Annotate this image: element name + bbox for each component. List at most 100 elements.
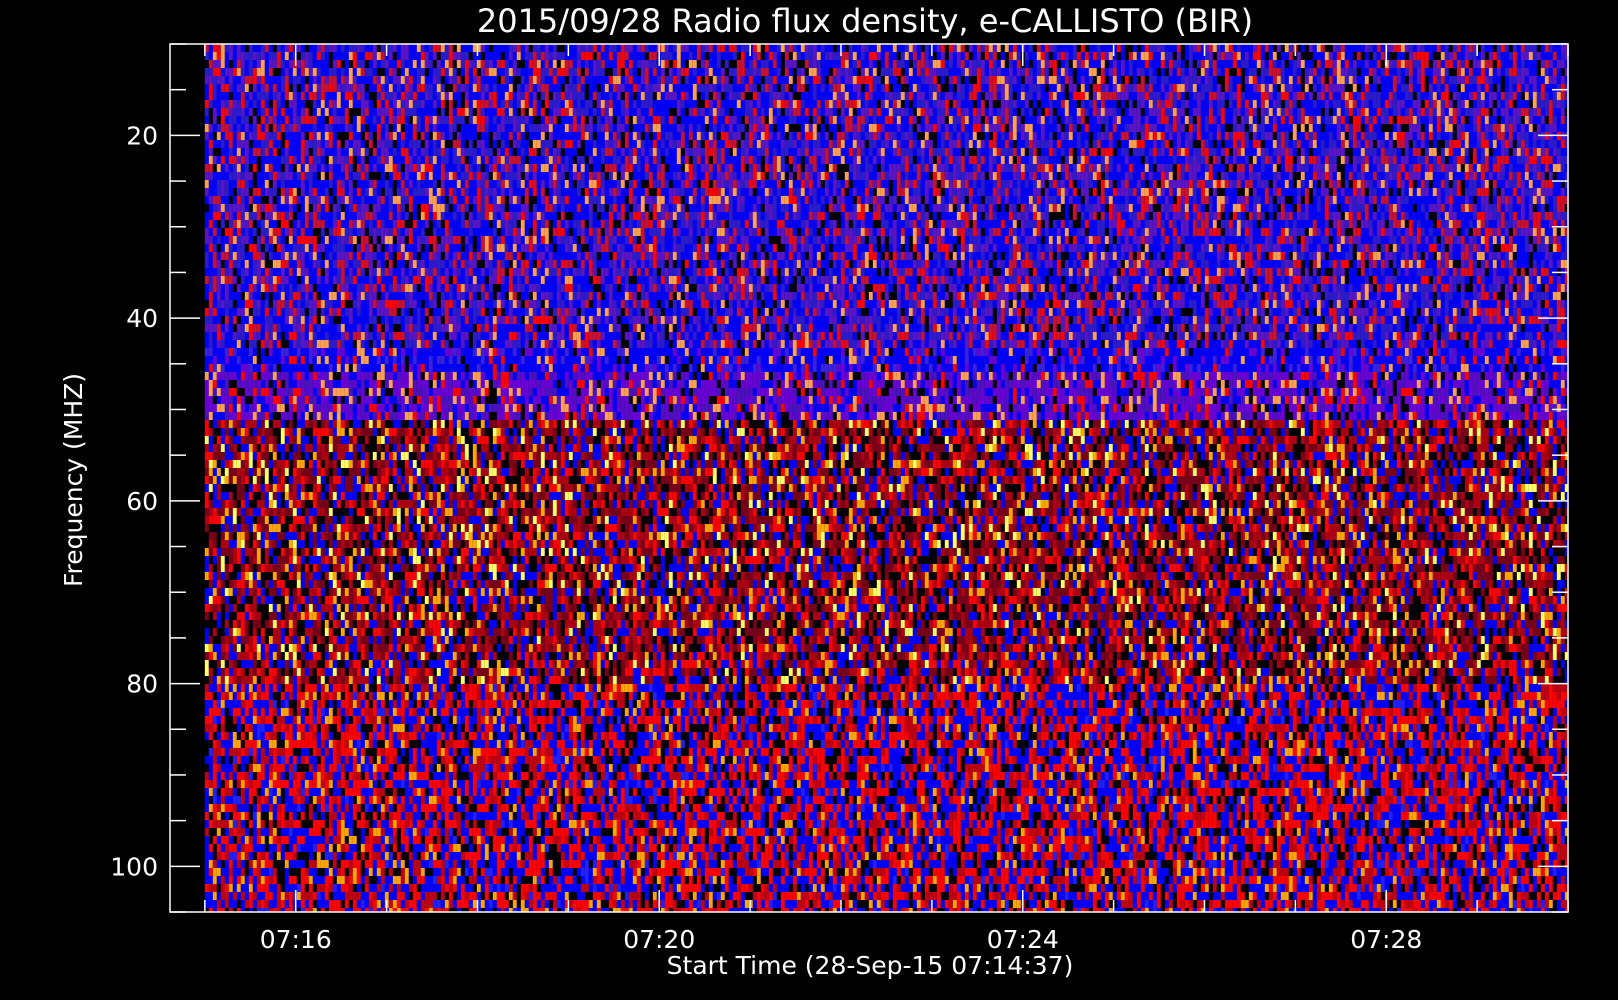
heatmap-cell xyxy=(769,52,773,60)
heatmap-cell xyxy=(1013,52,1017,60)
heatmap-cell xyxy=(701,52,705,60)
heatmap-cell xyxy=(449,44,453,52)
heatmap-cell xyxy=(1109,60,1113,68)
heatmap-cell xyxy=(1345,60,1349,68)
heatmap-cell xyxy=(309,60,313,68)
heatmap-cell xyxy=(953,44,957,52)
heatmap-cell xyxy=(1273,44,1277,52)
heatmap-cell xyxy=(413,60,417,68)
heatmap-cell xyxy=(989,52,993,60)
heatmap-cell xyxy=(1333,52,1337,60)
heatmap-cell xyxy=(1145,52,1149,60)
heatmap-cell xyxy=(1125,60,1129,68)
heatmap-cell xyxy=(285,68,289,76)
heatmap-cell xyxy=(913,52,917,60)
heatmap-cell xyxy=(1357,60,1361,68)
heatmap-cell xyxy=(233,44,237,52)
heatmap-cell xyxy=(1137,60,1141,68)
heatmap-cell xyxy=(605,44,609,52)
heatmap-cell xyxy=(409,60,413,68)
heatmap-cell xyxy=(793,52,797,60)
heatmap-cell xyxy=(993,60,997,68)
heatmap-cell xyxy=(1085,52,1089,60)
heatmap-cell xyxy=(1281,60,1285,68)
heatmap-cell xyxy=(1093,60,1097,68)
heatmap-cell xyxy=(1533,44,1537,52)
heatmap-cell xyxy=(645,44,649,52)
heatmap-cell xyxy=(985,44,989,52)
heatmap-cell xyxy=(305,44,309,52)
heatmap-cell xyxy=(1013,60,1017,68)
heatmap-cell xyxy=(857,44,861,52)
heatmap-cell xyxy=(925,52,929,60)
heatmap-cell xyxy=(885,52,889,60)
heatmap-cell xyxy=(825,44,829,52)
heatmap-cell xyxy=(1337,44,1341,52)
heatmap-cell xyxy=(573,52,577,60)
heatmap-cell xyxy=(1017,52,1021,60)
heatmap-cell xyxy=(441,44,445,52)
heatmap-cell xyxy=(1129,44,1133,52)
heatmap-cell xyxy=(1121,60,1125,68)
heatmap-cell xyxy=(297,60,301,68)
heatmap-cell xyxy=(1257,60,1261,68)
heatmap-cell xyxy=(1389,60,1393,68)
heatmap-cell xyxy=(1405,44,1409,52)
heatmap-cell xyxy=(1493,44,1497,52)
heatmap-cell xyxy=(345,60,349,68)
heatmap-cell xyxy=(1469,44,1473,52)
heatmap-cell xyxy=(673,52,677,60)
heatmap-cell xyxy=(789,52,793,60)
heatmap-cell xyxy=(1309,60,1313,68)
heatmap-cell xyxy=(905,60,909,68)
heatmap-cell xyxy=(1045,52,1049,60)
heatmap-cell xyxy=(817,60,821,68)
heatmap-cell xyxy=(889,52,893,60)
heatmap-cell xyxy=(769,60,773,68)
heatmap-cell xyxy=(1061,52,1065,60)
heatmap-cell xyxy=(417,60,421,68)
heatmap-cell xyxy=(881,52,885,60)
heatmap-cell xyxy=(541,60,545,68)
heatmap-cell xyxy=(425,52,429,60)
heatmap-cell xyxy=(605,60,609,68)
heatmap-cell xyxy=(545,52,549,60)
heatmap-cell xyxy=(313,52,317,60)
heatmap-cell xyxy=(373,60,377,68)
heatmap-cell xyxy=(273,44,277,52)
heatmap-cell xyxy=(349,68,353,76)
heatmap-cell xyxy=(1481,44,1485,52)
heatmap-cell xyxy=(321,44,325,52)
heatmap-cell xyxy=(1433,60,1437,68)
heatmap-cell xyxy=(1249,52,1253,60)
heatmap-cell xyxy=(281,52,285,60)
heatmap-cell xyxy=(741,44,745,52)
heatmap-cell xyxy=(1193,44,1197,52)
heatmap-cell xyxy=(449,60,453,68)
heatmap-cell xyxy=(273,68,277,76)
heatmap-cell xyxy=(593,44,597,52)
heatmap-cell xyxy=(937,44,941,52)
heatmap-cell xyxy=(1145,44,1149,52)
heatmap-cell xyxy=(681,60,685,68)
heatmap-cell xyxy=(1189,44,1193,52)
heatmap-cell xyxy=(757,52,761,60)
heatmap-cell xyxy=(1305,44,1309,52)
heatmap-cell xyxy=(1453,44,1457,52)
heatmap-cell xyxy=(505,52,509,60)
heatmap-cell xyxy=(1189,52,1193,60)
heatmap-cell xyxy=(425,60,429,68)
heatmap-cell xyxy=(1405,60,1409,68)
heatmap-cell xyxy=(241,60,245,68)
heatmap-cell xyxy=(225,52,229,60)
heatmap-cell xyxy=(865,60,869,68)
heatmap-cell xyxy=(1297,60,1301,68)
heatmap-cell xyxy=(1481,52,1485,60)
heatmap-cell xyxy=(857,52,861,60)
heatmap-cell xyxy=(1453,52,1457,60)
heatmap-cell xyxy=(1445,60,1449,68)
heatmap-cell xyxy=(1181,44,1185,52)
heatmap-cell xyxy=(329,52,333,60)
heatmap-cell xyxy=(873,52,877,60)
heatmap-cell xyxy=(1381,52,1385,60)
